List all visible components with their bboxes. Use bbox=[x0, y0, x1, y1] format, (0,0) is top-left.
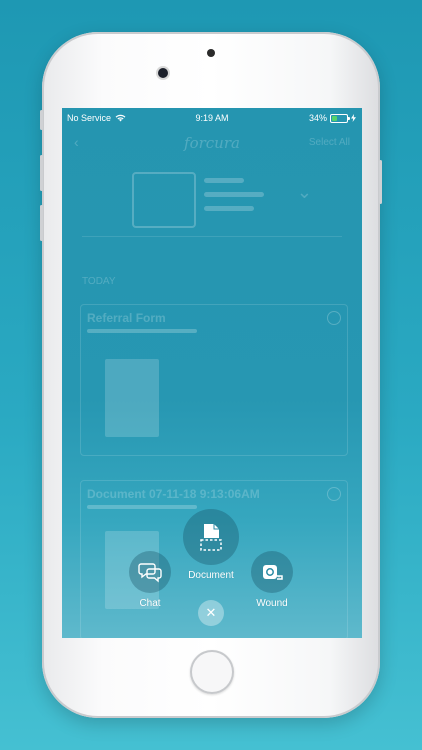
wound-measure-icon bbox=[263, 565, 283, 580]
mute-switch bbox=[40, 110, 43, 130]
status-bar: No Service 9:19 AM 34% bbox=[62, 108, 362, 128]
select-circle-icon bbox=[327, 311, 341, 325]
chat-action-circle[interactable] bbox=[129, 551, 171, 593]
patient-line bbox=[204, 206, 254, 211]
select-circle-icon bbox=[327, 487, 341, 501]
patient-line bbox=[204, 192, 264, 197]
battery-level bbox=[332, 115, 337, 121]
close-icon: ✕ bbox=[205, 605, 217, 621]
battery-icon bbox=[330, 113, 350, 123]
chat-action[interactable]: Chat bbox=[129, 551, 171, 609]
earpiece bbox=[207, 49, 215, 57]
patient-line bbox=[204, 178, 244, 183]
document-scan-icon bbox=[200, 524, 222, 551]
charging-icon bbox=[351, 114, 356, 122]
patient-image bbox=[132, 172, 196, 228]
chat-icon bbox=[138, 563, 162, 583]
chat-label: Chat bbox=[139, 598, 161, 609]
patient-header: ⌄ bbox=[82, 166, 342, 237]
home-button[interactable] bbox=[190, 650, 234, 694]
select-all-link: Select All bbox=[308, 137, 350, 148]
document-action-circle[interactable] bbox=[183, 509, 239, 565]
document-thumbnail bbox=[105, 359, 159, 437]
power-button bbox=[379, 160, 382, 204]
front-camera bbox=[158, 68, 168, 78]
volume-down-button bbox=[40, 205, 43, 241]
wound-action[interactable]: Wound bbox=[250, 551, 294, 609]
document-action[interactable]: Document bbox=[183, 509, 239, 581]
chevron-down-icon: ⌄ bbox=[296, 182, 312, 202]
wound-action-circle[interactable] bbox=[251, 551, 293, 593]
battery-percent: 34% bbox=[308, 113, 327, 123]
phone-screen: ‹ forcura Select All ⌄ TODAY Referral Fo… bbox=[62, 108, 362, 638]
wound-label: Wound bbox=[256, 598, 288, 609]
card-title: Document 07-11-18 9:13:06AM bbox=[87, 487, 260, 501]
close-button[interactable]: ✕ bbox=[198, 600, 224, 626]
card-subtitle bbox=[87, 329, 197, 333]
card-title: Referral Form bbox=[87, 311, 166, 325]
volume-up-button bbox=[40, 155, 43, 191]
section-label: TODAY bbox=[82, 276, 116, 287]
document-card: Referral Form bbox=[80, 304, 348, 456]
card-subtitle bbox=[87, 505, 197, 509]
document-label: Document bbox=[188, 570, 234, 581]
nav-bar: ‹ forcura Select All bbox=[62, 132, 362, 156]
